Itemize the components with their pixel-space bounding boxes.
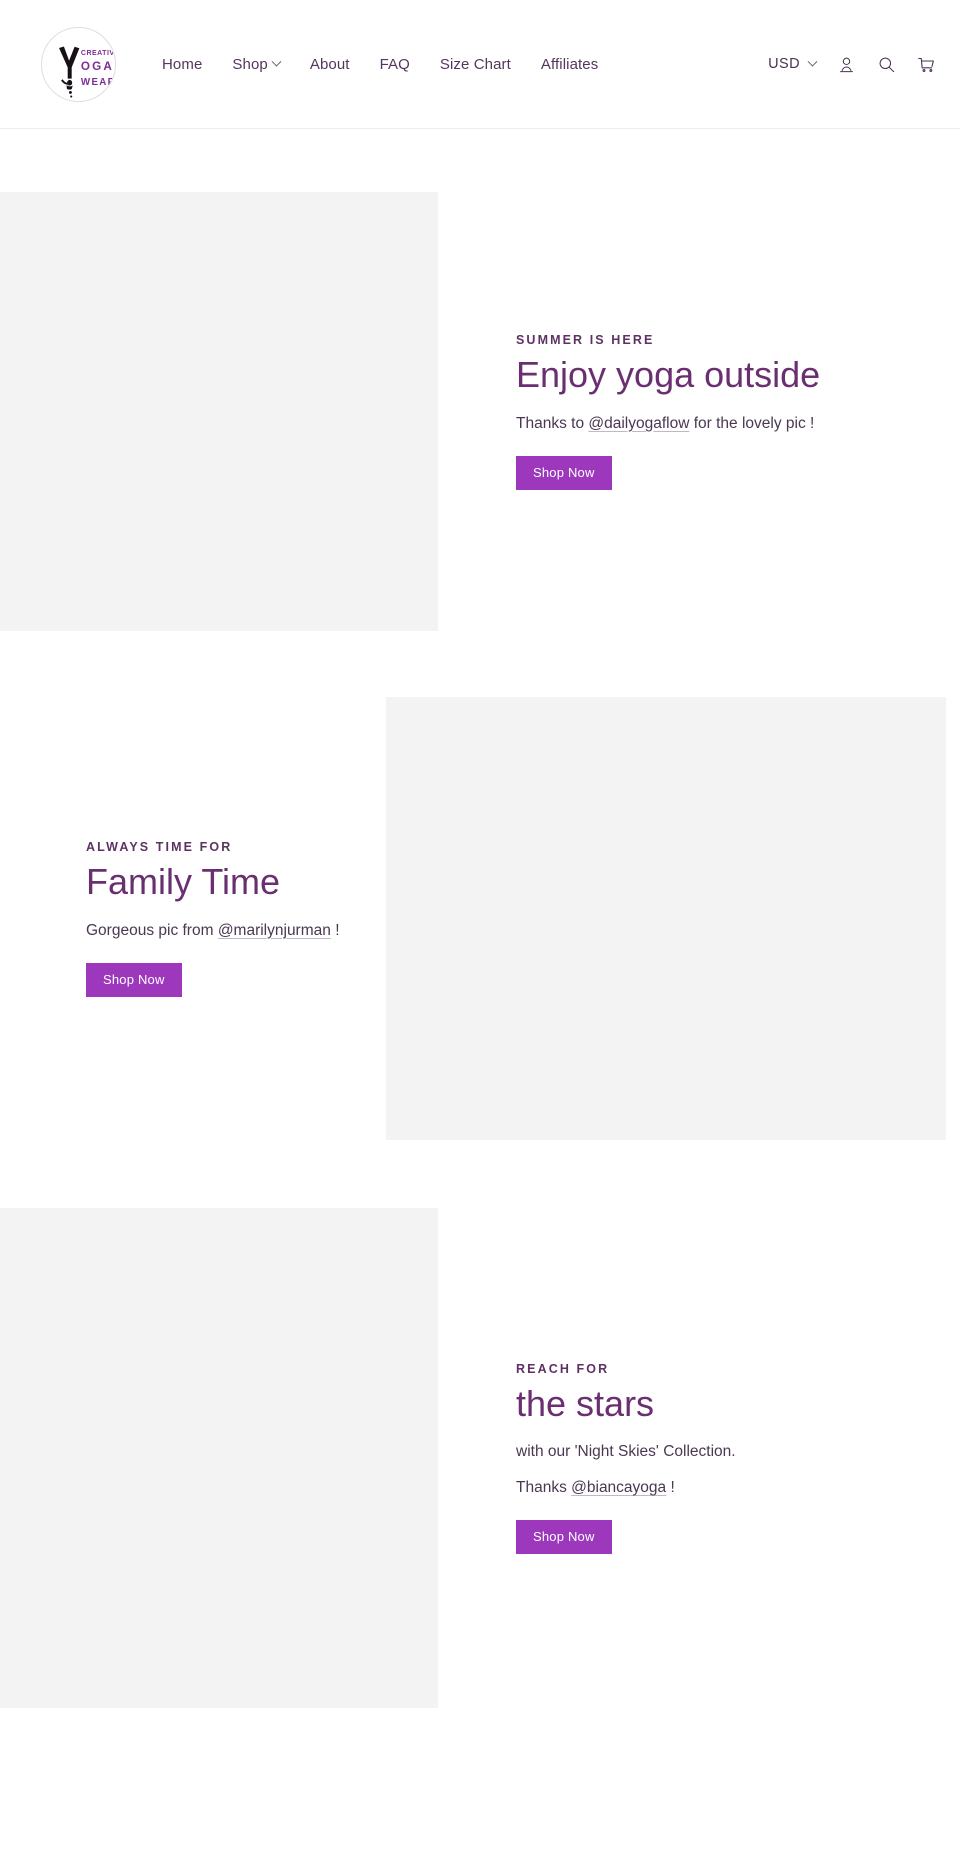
nav-faq-label: FAQ xyxy=(379,55,410,73)
subcopy-suffix: for the lovely pic ! xyxy=(689,414,815,432)
headline-text: Family Time xyxy=(86,861,281,903)
subcopy-prefix: Thanks xyxy=(516,1479,572,1497)
subcopy-line: Gorgeous pic from @marilynjurman ! xyxy=(86,919,386,943)
eyebrow-text: ALWAYS TIME FOR xyxy=(86,840,233,855)
nav-about[interactable]: About xyxy=(295,56,365,73)
feature-image-summer xyxy=(0,192,438,631)
feature-section-summer: SUMMER IS HERE Enjoy yoga outside Thanks… xyxy=(0,192,960,631)
subcopy-suffix: ! xyxy=(330,921,340,939)
nav-affiliates-label: Affiliates xyxy=(540,55,599,73)
account-icon[interactable] xyxy=(826,44,866,84)
chevron-down-icon xyxy=(807,56,818,67)
feature-image-family xyxy=(386,697,946,1140)
currency-value: USD xyxy=(768,56,800,72)
nav-affiliates[interactable]: Affiliates xyxy=(526,56,613,73)
nav-home[interactable]: Home xyxy=(147,56,217,73)
feature-copy-family: ALWAYS TIME FOR Family Time Gorgeous pic… xyxy=(0,840,386,997)
eyebrow-text: REACH FOR xyxy=(516,1361,610,1376)
shop-now-button[interactable]: Shop Now xyxy=(516,455,612,490)
headline-text: Enjoy yoga outside xyxy=(516,354,821,396)
nav-about-label: About xyxy=(309,55,350,73)
subcopy-line: Thanks to @dailyogaflow for the lovely p… xyxy=(516,412,820,436)
instagram-handle-link[interactable]: @dailyogaflow xyxy=(588,415,689,432)
chevron-down-icon xyxy=(271,56,282,67)
feature-image-stars xyxy=(0,1208,438,1708)
subcopy-prefix: Gorgeous pic from xyxy=(86,921,218,939)
feature-section-family: ALWAYS TIME FOR Family Time Gorgeous pic… xyxy=(0,697,960,1140)
subcopy-suffix: ! xyxy=(666,1479,675,1497)
nav-faq[interactable]: FAQ xyxy=(365,56,425,73)
subcopy-prefix: with our 'Night Skies' Collection. xyxy=(516,1443,736,1461)
svg-text:OGA: OGA xyxy=(81,59,114,72)
eyebrow-text: SUMMER IS HERE xyxy=(516,333,655,348)
subcopy-prefix: Thanks to xyxy=(516,414,589,432)
subcopy-line: Thanks @biancayoga ! xyxy=(516,1476,736,1500)
nav-shop-label: Shop xyxy=(232,55,268,73)
feature-copy-stars: REACH FOR the stars with our 'Night Skie… xyxy=(438,1361,736,1555)
nav-size-chart[interactable]: Size Chart xyxy=(425,56,526,73)
svg-text:CREATIVE: CREATIVE xyxy=(81,49,115,56)
search-icon[interactable] xyxy=(866,44,906,84)
nav-home-label: Home xyxy=(162,55,203,73)
subcopy-line: with our 'Night Skies' Collection. xyxy=(516,1440,736,1464)
site-logo[interactable]: CREATIVE OGA WEAR xyxy=(41,26,116,102)
feature-section-stars: REACH FOR the stars with our 'Night Skie… xyxy=(0,1208,960,1708)
shop-now-button[interactable]: Shop Now xyxy=(86,962,182,997)
instagram-handle-link[interactable]: @biancayoga xyxy=(571,1479,666,1496)
cart-icon[interactable] xyxy=(906,44,946,84)
currency-selector[interactable]: USD xyxy=(758,50,826,78)
feature-copy-summer: SUMMER IS HERE Enjoy yoga outside Thanks… xyxy=(438,333,821,490)
svg-text:WEAR: WEAR xyxy=(81,76,115,87)
logo-graphic: CREATIVE OGA WEAR xyxy=(59,45,115,98)
headline-text: the stars xyxy=(516,1382,655,1424)
primary-navigation: Home Shop About FAQ Size Chart Affiliate… xyxy=(147,56,613,73)
instagram-handle-link[interactable]: @marilynjurman xyxy=(218,922,331,939)
header-utilities: USD xyxy=(758,44,946,84)
nav-shop[interactable]: Shop xyxy=(217,56,294,73)
site-header: CREATIVE OGA WEAR Home Shop About FAQ Si… xyxy=(0,0,960,129)
nav-size-chart-label: Size Chart xyxy=(439,55,511,73)
shop-now-button[interactable]: Shop Now xyxy=(516,1520,612,1555)
